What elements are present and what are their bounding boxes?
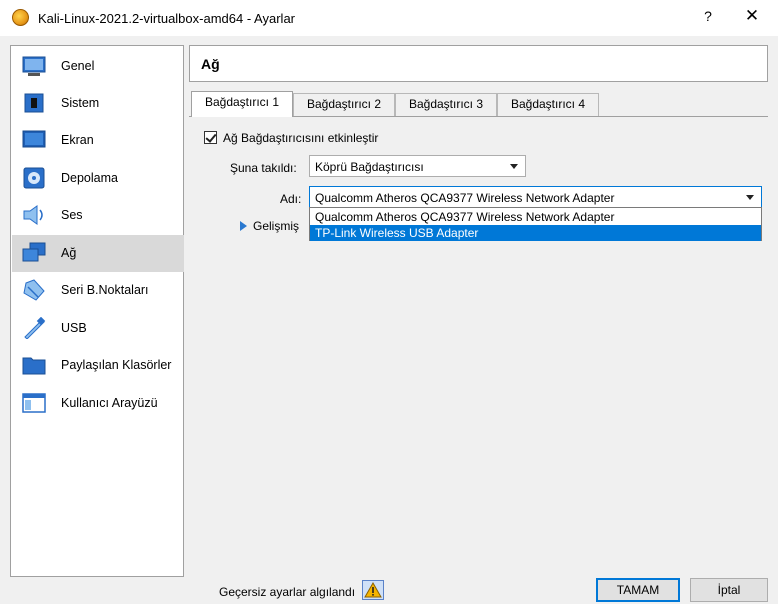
sidebar-item-label: Genel [61, 59, 95, 73]
page-title: Ağ [201, 56, 220, 72]
sidebar-item-audio[interactable]: Ses [12, 197, 184, 234]
sidebar-item-network[interactable]: Ağ [12, 235, 184, 272]
display-icon [22, 130, 46, 148]
sidebar-item-label: Depolama [61, 171, 118, 185]
usb-icon [24, 317, 46, 339]
shared-folders-icon [22, 357, 46, 375]
network-icon [22, 242, 46, 262]
sidebar-item-general[interactable]: Genel [12, 48, 184, 85]
chevron-down-icon [746, 195, 754, 200]
sidebar-item-label: Ağ [61, 246, 77, 260]
sidebar-item-shared-folders[interactable]: Paylaşılan Klasörler [12, 347, 184, 384]
tab-adapter-2[interactable]: Bağdaştırıcı 2 [293, 93, 395, 116]
expand-arrow-icon[interactable] [240, 221, 247, 231]
adapter-name-value: Qualcomm Atheros QCA9377 Wireless Networ… [315, 191, 615, 205]
tab-adapter-3[interactable]: Bağdaştırıcı 3 [395, 93, 497, 116]
advanced-toggle-label[interactable]: Gelişmiş [253, 219, 299, 233]
tab-adapter-1[interactable]: Bağdaştırıcı 1 [191, 91, 293, 117]
sidebar-item-storage[interactable]: Depolama [12, 160, 184, 197]
tab-adapter-4[interactable]: Bağdaştırıcı 4 [497, 93, 599, 116]
chevron-down-icon [510, 164, 518, 169]
help-button[interactable]: ? [698, 8, 718, 24]
sidebar-item-label: Paylaşılan Klasörler [61, 358, 172, 372]
attached-to-label: Şuna takıldı: [230, 161, 297, 175]
adapter-tabs: Bağdaştırıcı 1 Bağdaştırıcı 2 Bağdaştırı… [189, 91, 768, 117]
adapter-option-tplink[interactable]: TP-Link Wireless USB Adapter [310, 225, 761, 241]
ok-button[interactable]: TAMAM [596, 578, 680, 602]
sidebar-item-usb[interactable]: USB [12, 310, 184, 347]
window-title: Kali-Linux-2021.2-virtualbox-amd64 - Aya… [38, 11, 295, 26]
cancel-button[interactable]: İptal [690, 578, 768, 602]
sidebar-item-serial-ports[interactable]: Seri B.Noktaları [12, 272, 184, 309]
storage-icon [23, 167, 45, 189]
section-header: Ağ [189, 45, 768, 82]
sidebar-item-label: Seri B.Noktaları [61, 283, 149, 297]
settings-sidebar: Genel Sistem Ekran Depolama Ses Ağ Seri … [10, 45, 184, 577]
sidebar-item-label: Kullanıcı Arayüzü [61, 396, 158, 410]
sidebar-item-label: Ses [61, 208, 83, 222]
user-interface-icon [22, 393, 46, 413]
sidebar-item-label: Sistem [61, 96, 100, 110]
sidebar-item-user-interface[interactable]: Kullanıcı Arayüzü [12, 385, 184, 422]
general-icon [22, 56, 46, 76]
sidebar-item-label: Ekran [61, 133, 94, 147]
close-button[interactable]: ✕ [740, 6, 764, 26]
enable-adapter-label[interactable]: Ağ Bağdaştırıcısını etkinleştir [223, 131, 378, 145]
serial-ports-icon [23, 279, 45, 301]
adapter-name-label: Adı: [280, 192, 302, 206]
sidebar-item-label: USB [61, 321, 87, 335]
invalid-settings-text: Geçersiz ayarlar algılandı [219, 585, 356, 599]
sidebar-item-display[interactable]: Ekran [12, 122, 184, 159]
adapter-name-select[interactable]: Qualcomm Atheros QCA9377 Wireless Networ… [309, 186, 762, 208]
enable-adapter-checkbox[interactable] [204, 131, 217, 144]
audio-icon [23, 205, 43, 225]
title-bar: Kali-Linux-2021.2-virtualbox-amd64 - Aya… [0, 0, 778, 36]
adapter-option-qualcomm[interactable]: Qualcomm Atheros QCA9377 Wireless Networ… [310, 209, 761, 225]
attached-to-value: Köprü Bağdaştırıcısı [315, 160, 424, 174]
adapter-name-dropdown-list: Qualcomm Atheros QCA9377 Wireless Networ… [309, 207, 762, 241]
attached-to-select[interactable]: Köprü Bağdaştırıcısı [309, 155, 526, 177]
warning-triangle-icon [364, 581, 382, 598]
warning-icon[interactable] [362, 580, 384, 600]
sidebar-item-system[interactable]: Sistem [12, 85, 184, 122]
system-icon [24, 93, 44, 113]
virtualbox-app-icon [12, 9, 29, 26]
